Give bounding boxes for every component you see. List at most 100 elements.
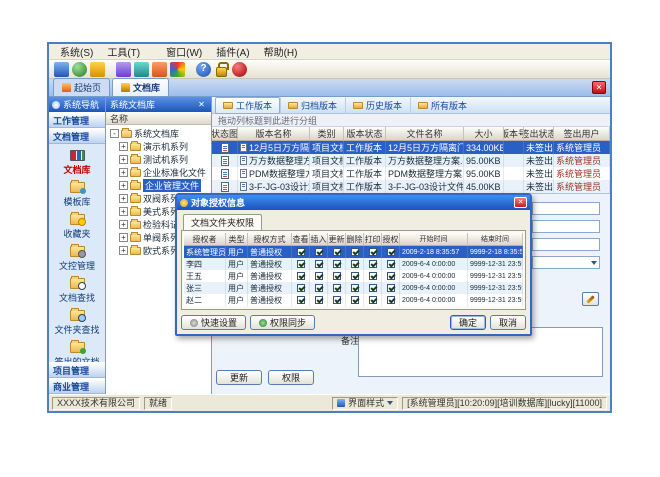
menu-item[interactable]: 帮助(H) (257, 43, 305, 60)
column-header-size[interactable]: 大小 (464, 127, 504, 140)
palette-icon[interactable] (170, 62, 185, 77)
edit-button[interactable] (582, 292, 599, 306)
nav-panel-business-management[interactable]: 商业管理 (49, 378, 105, 394)
nav-item[interactable]: 签出的文档 (49, 340, 105, 362)
column-header-file-name[interactable]: 文件名称 (386, 127, 464, 140)
nav-item[interactable]: 模板库 (49, 180, 105, 210)
tree-expander[interactable]: + (119, 168, 128, 177)
delete-checkbox[interactable] (351, 272, 359, 280)
column-header-insert[interactable]: 插入 (310, 233, 328, 245)
print-checkbox[interactable] (369, 296, 377, 304)
permission-row[interactable]: 李四 用户 普通授权 2009-6-4 0:00:00 9999-12-31 2… (184, 258, 523, 270)
print-checkbox[interactable] (369, 260, 377, 268)
quick-setup-button[interactable]: 快速设置 (181, 315, 246, 330)
nav-item[interactable]: 文件夹查找 (49, 308, 105, 338)
print-checkbox[interactable] (369, 248, 377, 256)
column-header-version-number[interactable]: 版本号 (504, 127, 524, 140)
column-header-update[interactable]: 更新 (328, 233, 346, 245)
lock-icon[interactable] (214, 62, 229, 77)
grant-checkbox[interactable] (387, 296, 395, 304)
insert-checkbox[interactable] (315, 284, 323, 292)
nav-item[interactable]: 文档查找 (49, 276, 105, 306)
column-header-checkout-user[interactable]: 签出用户 (554, 127, 610, 140)
view-checkbox[interactable] (297, 272, 305, 280)
nav-item[interactable]: 收藏夹 (49, 212, 105, 242)
dialog-title-bar[interactable]: 对象授权信息 (177, 195, 530, 210)
tree-expander[interactable]: + (119, 207, 128, 216)
home-icon[interactable] (72, 62, 87, 77)
column-header-view[interactable]: 查看 (292, 233, 310, 245)
insert-checkbox[interactable] (315, 296, 323, 304)
update-checkbox[interactable] (333, 248, 341, 256)
version-tab[interactable]: 工作版本 (215, 97, 280, 114)
close-icon[interactable] (592, 81, 606, 94)
document-tab[interactable]: 文档库 (112, 78, 169, 96)
close-icon[interactable] (196, 100, 207, 110)
document-row[interactable]: 3-F-JG-03设计文件与 项目文档 工作版本 3-F-JG-03设计文件与归… (212, 180, 610, 193)
grid-icon[interactable] (134, 62, 149, 77)
nav-item[interactable]: 文档库 (49, 148, 105, 178)
column-header-category[interactable]: 类别 (310, 127, 344, 140)
app-icon[interactable] (54, 62, 69, 77)
column-header-type[interactable]: 类型 (226, 233, 248, 245)
menu-item[interactable]: 工具(T) (100, 43, 147, 60)
delete-checkbox[interactable] (351, 248, 359, 256)
grant-checkbox[interactable] (387, 260, 395, 268)
version-tab[interactable]: 所有版本 (410, 97, 475, 114)
grant-checkbox[interactable] (387, 272, 395, 280)
tree-expander[interactable]: + (119, 194, 128, 203)
permission-row[interactable]: 系统管理员 用户 普通授权 2009-2-18 8:35:57 9999-2-1… (184, 246, 523, 258)
view-checkbox[interactable] (297, 296, 305, 304)
dialog-tab-folder-permissions[interactable]: 文档文件夹权限 (183, 214, 262, 230)
column-header-grant[interactable]: 授权 (382, 233, 400, 245)
document-row[interactable]: 12月5日万方隔离门( 项目文档 工作版本 12月5日万方隔离门(2 334.0… (212, 141, 610, 154)
permission-row[interactable]: 赵二 用户 普通授权 2009-6-4 0:00:00 9999-12-31 2… (184, 294, 523, 306)
tree-node[interactable]: + 企业标准化文件 (106, 166, 211, 179)
nav-panel-project-management[interactable]: 项目管理 (49, 362, 105, 378)
insert-checkbox[interactable] (315, 260, 323, 268)
cancel-button[interactable]: 取消 (490, 315, 526, 330)
ok-button[interactable]: 确定 (450, 315, 486, 330)
help-icon[interactable] (196, 62, 211, 77)
nav-panel-document-management[interactable]: 文档管理 (49, 128, 105, 144)
update-checkbox[interactable] (333, 284, 341, 292)
delete-checkbox[interactable] (351, 284, 359, 292)
print-checkbox[interactable] (369, 272, 377, 280)
permission-row[interactable]: 王五 用户 普通授权 2009-6-4 0:00:00 9999-12-31 2… (184, 270, 523, 282)
update-checkbox[interactable] (333, 260, 341, 268)
delete-checkbox[interactable] (351, 296, 359, 304)
tree-expander[interactable]: + (119, 181, 128, 190)
tree-expander[interactable]: - (110, 129, 119, 138)
power-icon[interactable] (232, 62, 247, 77)
column-header-checkout-status[interactable]: 签出状态 (524, 127, 554, 140)
tree-node[interactable]: + 企业管理文件 (106, 179, 211, 192)
column-header-status-icon[interactable]: 状态图 (212, 127, 238, 140)
view-checkbox[interactable] (297, 260, 305, 268)
group-by-bar[interactable]: 拖动列标题到此进行分组 (212, 114, 610, 127)
window-icon[interactable] (116, 62, 131, 77)
nav-panel-work-management[interactable]: 工作管理 (49, 112, 105, 128)
menu-item[interactable]: 插件(A) (209, 43, 256, 60)
tree-expander[interactable]: + (119, 142, 128, 151)
tree-expander[interactable]: + (119, 246, 128, 255)
tree-node[interactable]: + 演示机系列 (106, 140, 211, 153)
insert-checkbox[interactable] (315, 248, 323, 256)
detail-field[interactable] (532, 238, 600, 251)
column-header-start-time[interactable]: 开始时间 (400, 233, 468, 245)
grant-checkbox[interactable] (387, 284, 395, 292)
explorer-icon[interactable] (90, 62, 105, 77)
document-row[interactable]: PDM数据整理方案.d 项目文档 工作版本 PDM数据整理方案.doc 95.0… (212, 167, 610, 180)
menu-item[interactable]: 系统(S) (53, 43, 100, 60)
detail-field[interactable] (532, 202, 600, 215)
tree-column-header[interactable]: 名称 (106, 112, 211, 125)
delete-checkbox[interactable] (351, 260, 359, 268)
tree-node[interactable]: + 测试机系列 (106, 153, 211, 166)
view-checkbox[interactable] (297, 248, 305, 256)
tree-expander[interactable]: + (119, 233, 128, 242)
column-header-grantee[interactable]: 授权者 (184, 233, 226, 245)
ui-style-selector[interactable]: 界面样式 (332, 397, 398, 410)
column-header-version-name[interactable]: 版本名称 (238, 127, 310, 140)
column-header-auth-mode[interactable]: 授权方式 (248, 233, 292, 245)
version-tab[interactable]: 归档版本 (280, 97, 345, 114)
column-header-print[interactable]: 打印 (364, 233, 382, 245)
